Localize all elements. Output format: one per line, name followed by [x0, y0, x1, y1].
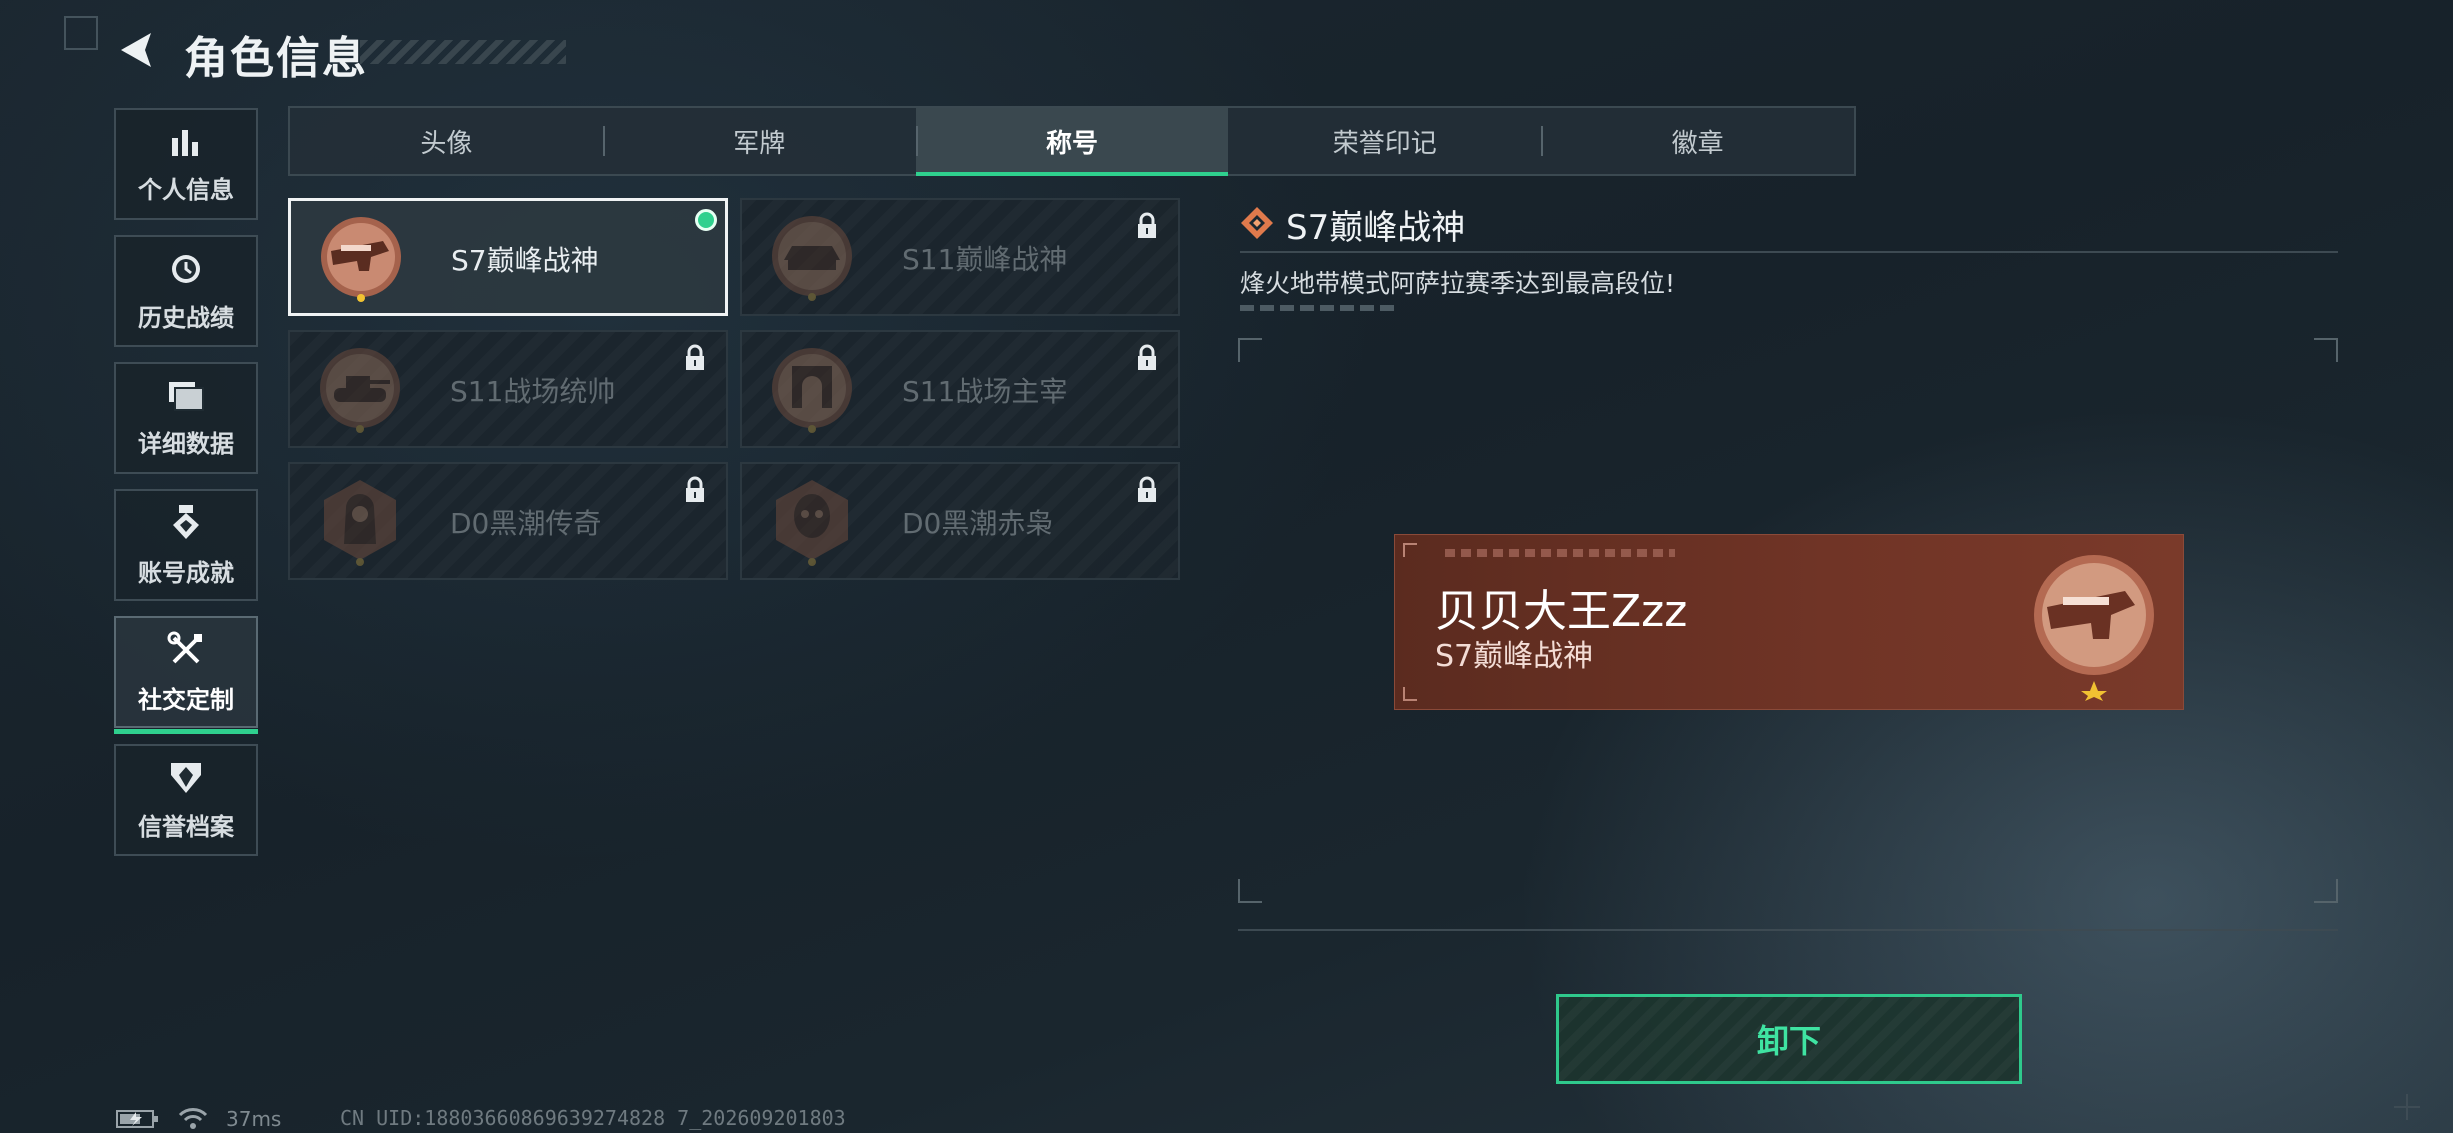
title-description: 烽火地带模式阿萨拉赛季达到最高段位!	[1240, 269, 1676, 298]
lock-icon	[686, 476, 704, 502]
nameplate-title: S7巅峰战神	[1435, 639, 1594, 674]
status-bar: 37ms	[116, 1106, 281, 1132]
sidebar-item-label: 账号成就	[138, 558, 234, 587]
shield-emblem-icon	[171, 762, 201, 793]
title-card-name: S11巅峰战神	[902, 243, 1068, 276]
sidebar-item-achievements[interactable]: 账号成就	[114, 489, 258, 601]
title-card[interactable]: S11巅峰战神	[740, 198, 1180, 316]
armored-car-emblem-icon	[772, 216, 852, 301]
title-card[interactable]: D0黑潮赤枭	[740, 462, 1180, 580]
title-card-name: S11战场统帅	[450, 375, 616, 408]
skull-emblem-icon	[776, 480, 848, 566]
equipped-indicator	[695, 209, 717, 231]
battery-icon	[116, 1110, 158, 1128]
sidebar-item-personal-info[interactable]: 个人信息	[114, 108, 258, 220]
tab-avatar[interactable]: 头像	[290, 108, 603, 174]
sidebar-item-history[interactable]: 历史战绩	[114, 235, 258, 347]
medal-icon	[173, 504, 199, 539]
diamond-icon	[1241, 207, 1273, 239]
sidebar-item-detailed-data[interactable]: 详细数据	[114, 362, 258, 474]
lock-icon	[1138, 344, 1156, 370]
divider	[1238, 929, 2338, 931]
rifle-emblem-icon	[2034, 555, 2154, 701]
wifi-icon	[178, 1108, 208, 1129]
player-name: 贝贝大王Zzz	[1435, 586, 1688, 637]
rifle-emblem-icon	[321, 217, 401, 302]
window-corner-marker	[64, 16, 98, 50]
title-card[interactable]: S11战场主宰	[740, 330, 1180, 448]
folder-icon	[169, 381, 204, 411]
back-button[interactable]	[112, 26, 160, 74]
sidebar-item-social-custom[interactable]: 社交定制	[114, 616, 258, 734]
title-card[interactable]: S11战场统帅	[288, 330, 728, 448]
category-tabs: 头像 军牌 称号 荣誉印记 徽章	[288, 106, 1856, 176]
title-card-name: S11战场主宰	[902, 375, 1068, 408]
lock-icon	[1138, 476, 1156, 502]
corner-plus-decoration	[2394, 1094, 2420, 1120]
tab-title[interactable]: 称号	[915, 108, 1229, 176]
title-decoration	[360, 40, 566, 64]
back-arrow-icon	[121, 33, 151, 67]
lock-icon	[686, 344, 704, 370]
sidebar-item-label: 个人信息	[138, 175, 234, 204]
title-card[interactable]: D0黑潮传奇	[288, 462, 728, 580]
nameplate-decoration	[1445, 549, 1675, 557]
nameplate-preview: 贝贝大王Zzz S7巅峰战神	[1394, 534, 2184, 710]
title-card-name: D0黑潮传奇	[450, 507, 602, 540]
bar-chart-icon	[172, 129, 198, 156]
tab-honor-mark[interactable]: 荣誉印记	[1228, 108, 1541, 174]
title-card-name: D0黑潮赤枭	[902, 507, 1054, 540]
history-clock-icon	[172, 254, 200, 283]
tab-dog-tag[interactable]: 军牌	[602, 108, 916, 174]
unequip-button[interactable]: 卸下	[1556, 994, 2022, 1084]
sidebar-item-label: 社交定制	[138, 685, 234, 714]
tools-icon	[167, 631, 202, 663]
lock-icon	[1138, 212, 1156, 238]
title-card-name: S7巅峰战神	[451, 244, 599, 277]
uid-text: CN UID:18803660869639274828 7_2026092018…	[340, 1106, 846, 1130]
arch-emblem-icon	[772, 348, 852, 433]
description-decoration	[1240, 305, 1400, 311]
ping-value: 37ms	[226, 1107, 282, 1131]
sidebar-item-label: 历史战绩	[138, 303, 234, 332]
sidebar-item-label: 详细数据	[138, 429, 234, 458]
selected-title-name: S7巅峰战神	[1286, 208, 1466, 248]
page-title: 角色信息	[184, 33, 368, 84]
sidebar-item-reputation[interactable]: 信誉档案	[114, 744, 258, 856]
divider	[1240, 251, 2338, 253]
tank-emblem-icon	[320, 348, 400, 433]
sidebar-item-label: 信誉档案	[138, 812, 234, 841]
title-card[interactable]: S7巅峰战神	[288, 198, 728, 316]
hooded-figure-emblem-icon	[324, 480, 396, 566]
tab-badge[interactable]: 徽章	[1541, 108, 1854, 174]
